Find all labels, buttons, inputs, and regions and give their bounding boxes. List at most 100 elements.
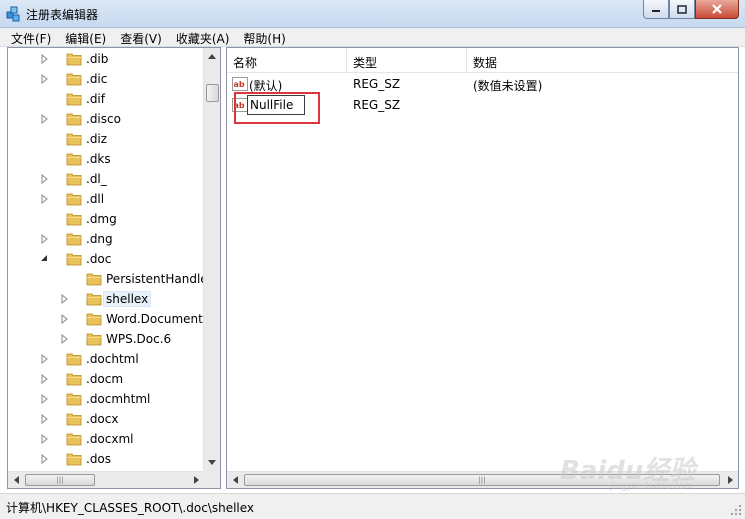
tree-item[interactable]: .dib bbox=[8, 49, 204, 69]
tree-item-label: .dl_ bbox=[86, 172, 107, 186]
folder-icon bbox=[66, 253, 82, 266]
scroll-right-button[interactable] bbox=[722, 472, 738, 488]
string-value-icon: ab bbox=[232, 77, 248, 91]
menu-edit[interactable]: 编辑(E) bbox=[58, 28, 113, 46]
regedit-app-icon bbox=[6, 6, 20, 22]
folder-icon bbox=[66, 153, 82, 166]
tree-collapsed-icon[interactable] bbox=[40, 114, 48, 124]
folder-icon bbox=[66, 353, 82, 366]
scroll-right-button[interactable] bbox=[188, 472, 204, 488]
tree-collapsed-icon[interactable] bbox=[60, 334, 68, 344]
tree-item[interactable]: .docx bbox=[8, 409, 204, 429]
menu-file[interactable]: 文件(F) bbox=[4, 28, 58, 46]
tree-item[interactable]: shellex bbox=[8, 289, 204, 309]
tree-collapsed-icon[interactable] bbox=[40, 74, 48, 84]
tree-item-label: .dll bbox=[86, 192, 105, 206]
tree-item[interactable]: WPS.Doc.6 bbox=[8, 329, 204, 349]
folder-icon bbox=[66, 193, 82, 206]
tree-collapsed-icon[interactable] bbox=[40, 394, 48, 404]
folder-icon bbox=[66, 173, 82, 186]
tree-item-label: .dif bbox=[86, 92, 105, 106]
value-row-default[interactable]: ab (默认) REG_SZ (数值未设置) bbox=[227, 74, 737, 94]
tree-item[interactable]: .docxml bbox=[8, 429, 204, 449]
value-type: REG_SZ bbox=[353, 77, 401, 91]
tree-vertical-scrollbar[interactable] bbox=[203, 48, 220, 471]
column-type-header[interactable]: 类型 bbox=[353, 54, 377, 71]
tree-item-label: shellex bbox=[103, 291, 152, 307]
arrow-left-icon bbox=[232, 476, 238, 484]
tree-item[interactable]: .dic bbox=[8, 69, 204, 89]
scroll-left-button[interactable] bbox=[8, 472, 24, 488]
tree-item[interactable]: .dks bbox=[8, 149, 204, 169]
column-divider[interactable] bbox=[466, 48, 467, 72]
maximize-button[interactable] bbox=[669, 0, 695, 19]
tree-item-label: .dmg bbox=[86, 212, 117, 226]
tree-item[interactable]: .docmhtml bbox=[8, 389, 204, 409]
tree-item-label: .docm bbox=[86, 372, 124, 386]
tree-item[interactable]: .dmg bbox=[8, 209, 204, 229]
tree-item[interactable]: .dif bbox=[8, 89, 204, 109]
tree-collapsed-icon[interactable] bbox=[40, 434, 48, 444]
tree-collapsed-icon[interactable] bbox=[40, 234, 48, 244]
registry-tree-pane[interactable]: .dib .dic .dif .disco .diz .dks .dl_ .dll .dmg .d… bbox=[7, 47, 221, 489]
tree-collapsed-icon[interactable] bbox=[60, 294, 68, 304]
tree-item[interactable]: .dng bbox=[8, 229, 204, 249]
folder-icon bbox=[66, 133, 82, 146]
minimize-button[interactable] bbox=[643, 0, 669, 19]
tree-item[interactable]: .doc bbox=[8, 249, 204, 269]
arrow-right-icon bbox=[193, 476, 199, 484]
tree-horizontal-scrollbar[interactable]: ||| bbox=[8, 471, 204, 488]
tree-item-label: PersistentHandle bbox=[106, 272, 208, 286]
folder-icon bbox=[86, 333, 102, 346]
value-data: (数值未设置) bbox=[473, 79, 543, 93]
tree-item[interactable]: PersistentHandle bbox=[8, 269, 208, 289]
folder-icon bbox=[86, 293, 102, 306]
values-list-pane[interactable]: 名称 类型 数据 ab (默认) REG_SZ (数值未设置) ab REG_S… bbox=[226, 47, 739, 489]
close-icon bbox=[712, 4, 722, 14]
tree-item[interactable]: .disco bbox=[8, 109, 204, 129]
tree-collapsed-icon[interactable] bbox=[60, 314, 68, 324]
tree-item-label: .docmhtml bbox=[86, 392, 151, 406]
tree-collapsed-icon[interactable] bbox=[40, 54, 48, 64]
folder-icon bbox=[66, 453, 82, 466]
menu-favorites[interactable]: 收藏夹(A) bbox=[169, 28, 237, 46]
menu-view[interactable]: 查看(V) bbox=[113, 28, 169, 46]
tree-collapsed-icon[interactable] bbox=[40, 454, 48, 464]
column-data-header[interactable]: 数据 bbox=[473, 54, 497, 71]
title-bar: 注册表编辑器 bbox=[0, 0, 745, 28]
scroll-left-button[interactable] bbox=[227, 472, 243, 488]
tree-collapsed-icon[interactable] bbox=[40, 374, 48, 384]
scroll-up-button[interactable] bbox=[204, 48, 220, 65]
arrow-up-icon bbox=[208, 54, 216, 59]
tree-scroll-thumb[interactable] bbox=[206, 84, 219, 102]
tree-collapsed-icon[interactable] bbox=[40, 414, 48, 424]
baidu-watermark-url: jingyan.baidu.com bbox=[610, 482, 694, 492]
tree-item-label: .doc bbox=[86, 252, 112, 266]
tree-hscroll-thumb[interactable]: ||| bbox=[25, 474, 95, 486]
menu-help[interactable]: 帮助(H) bbox=[236, 28, 292, 46]
tree-expanded-icon[interactable] bbox=[40, 254, 48, 264]
arrow-left-icon bbox=[13, 476, 19, 484]
tree-collapsed-icon[interactable] bbox=[40, 194, 48, 204]
tree-item-label: .dib bbox=[86, 52, 109, 66]
tree-item-label: Word.Document bbox=[106, 312, 203, 326]
tree-item[interactable]: Word.Document bbox=[8, 309, 204, 329]
resize-grip-icon[interactable] bbox=[730, 504, 742, 516]
menu-bar: 文件(F) 编辑(E) 查看(V) 收藏夹(A) 帮助(H) bbox=[0, 28, 745, 47]
folder-icon bbox=[66, 93, 82, 106]
scroll-down-button[interactable] bbox=[204, 454, 220, 471]
column-divider[interactable] bbox=[346, 48, 347, 72]
tree-item-label: .disco bbox=[86, 112, 121, 126]
close-button[interactable] bbox=[695, 0, 739, 19]
tree-item[interactable]: .diz bbox=[8, 129, 204, 149]
tree-item[interactable]: .dos bbox=[8, 449, 204, 469]
tree-item[interactable]: .dll bbox=[8, 189, 204, 209]
folder-icon bbox=[86, 313, 102, 326]
column-name-header[interactable]: 名称 bbox=[233, 54, 257, 71]
tree-item[interactable]: .dochtml bbox=[8, 349, 204, 369]
tree-item-label: .diz bbox=[86, 132, 108, 146]
tree-item[interactable]: .dl_ bbox=[8, 169, 204, 189]
tree-item[interactable]: .docm bbox=[8, 369, 204, 389]
tree-collapsed-icon[interactable] bbox=[40, 174, 48, 184]
tree-collapsed-icon[interactable] bbox=[40, 354, 48, 364]
